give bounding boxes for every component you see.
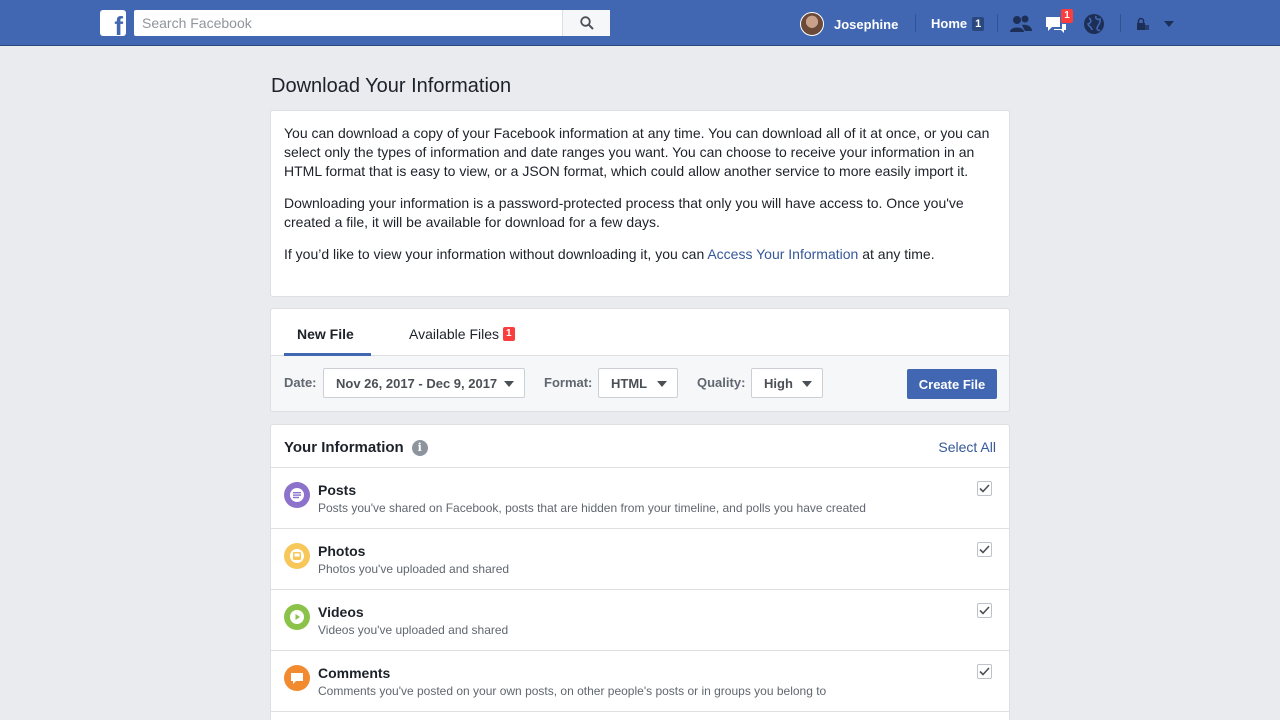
checkmark-icon <box>979 484 990 493</box>
format-value: HTML <box>611 375 648 391</box>
access-your-information-link[interactable]: Access Your Information <box>707 246 858 262</box>
facebook-logo-letter: f <box>114 11 123 36</box>
messages-count-badge: 1 <box>1060 8 1074 24</box>
intro-card: You can download a copy of your Facebook… <box>270 110 1010 297</box>
file-tabs: New File Available Files 1 <box>271 309 1009 356</box>
account-menu-button[interactable] <box>1157 12 1181 36</box>
intro-paragraph: You can download a copy of your Facebook… <box>284 125 990 179</box>
item-description: Photos you've uploaded and shared <box>318 562 510 576</box>
intro-text: If you’d like to view your information w… <box>284 246 708 262</box>
date-range-value: Nov 26, 2017 - Dec 9, 2017 <box>336 375 498 391</box>
notifications-button[interactable] <box>1082 12 1106 36</box>
photos-icon <box>284 543 310 569</box>
lock-icon <box>1137 17 1149 30</box>
page-title: Download Your Information <box>271 75 512 97</box>
nav-divider <box>915 14 916 32</box>
caret-down-icon <box>657 381 667 387</box>
globe-icon <box>1084 14 1104 34</box>
item-description: Videos you've uploaded and shared <box>318 623 509 637</box>
quality-value: High <box>764 375 793 391</box>
home-label: Home <box>931 16 968 31</box>
tab-new-file[interactable]: New File <box>297 326 354 342</box>
profile-link[interactable]: Josephine <box>800 11 898 37</box>
facebook-logo[interactable]: f <box>100 10 126 36</box>
your-information-card: Your Information i Select All Posts Post… <box>270 424 1010 720</box>
search-input[interactable] <box>134 10 560 36</box>
item-title: Photos <box>318 543 366 559</box>
file-options-card: New File Available Files 1 Date: Nov 26,… <box>270 308 1010 412</box>
home-link[interactable]: Home 1 <box>931 16 985 31</box>
intro-paragraph: If you’d like to view your information w… <box>284 245 996 264</box>
date-range-select[interactable]: Nov 26, 2017 - Dec 9, 2017 <box>323 368 525 398</box>
format-label: Format: <box>544 375 593 390</box>
videos-icon <box>284 604 310 630</box>
checkmark-icon <box>979 667 990 676</box>
create-file-button[interactable]: Create File <box>907 369 997 399</box>
item-title: Videos <box>318 604 364 620</box>
posts-icon <box>284 482 310 508</box>
intro-paragraph: Downloading your information is a passwo… <box>284 195 964 230</box>
date-label: Date: <box>284 375 317 390</box>
friends-icon <box>1010 15 1032 32</box>
privacy-shortcuts-button[interactable] <box>1131 12 1155 36</box>
your-information-title: Your Information i <box>284 439 428 456</box>
your-information-title-text: Your Information <box>284 439 404 456</box>
intro-text: at any time. <box>858 246 935 262</box>
posts-checkbox[interactable] <box>977 481 992 496</box>
tab-available-files-label: Available Files <box>409 326 500 342</box>
list-item[interactable]: Posts Posts you've shared on Facebook, p… <box>271 468 1009 529</box>
top-navigation-bar: f Josephine Home 1 1 <box>0 0 1280 46</box>
nav-divider <box>997 14 998 32</box>
available-files-count-badge: 1 <box>503 327 515 341</box>
format-select[interactable]: HTML <box>598 368 678 398</box>
comments-icon <box>284 665 310 691</box>
info-icon[interactable]: i <box>411 439 428 456</box>
search-button[interactable] <box>562 10 610 36</box>
item-description: Comments you've posted on your own posts… <box>318 684 827 698</box>
list-item[interactable]: Comments Comments you've posted on your … <box>271 651 1009 712</box>
caret-down-icon <box>802 381 812 387</box>
quality-select[interactable]: High <box>751 368 823 398</box>
home-count-badge: 1 <box>972 16 985 31</box>
search-bar <box>134 10 610 36</box>
item-title: Posts <box>318 482 357 498</box>
quality-label: Quality: <box>697 375 746 390</box>
messages-button[interactable]: 1 <box>1044 8 1074 36</box>
list-item[interactable]: Videos Videos you've uploaded and shared <box>271 590 1009 651</box>
list-item[interactable]: Photos Photos you've uploaded and shared <box>271 529 1009 590</box>
avatar <box>800 12 824 36</box>
checkmark-icon <box>979 606 990 615</box>
chevron-down-icon <box>1164 21 1174 27</box>
friend-requests-button[interactable] <box>1009 12 1033 36</box>
select-all-link[interactable]: Select All <box>938 439 996 455</box>
nav-divider <box>1120 14 1121 32</box>
caret-down-icon <box>504 381 514 387</box>
comments-checkbox[interactable] <box>977 664 992 679</box>
search-icon <box>579 16 594 30</box>
your-information-header: Your Information i Select All <box>271 425 1009 468</box>
file-options-row: Date: Nov 26, 2017 - Dec 9, 2017 Format:… <box>271 356 1009 412</box>
user-name: Josephine <box>834 16 899 32</box>
item-title: Comments <box>318 665 391 681</box>
item-description: Posts you've shared on Facebook, posts t… <box>318 501 866 515</box>
tab-available-files[interactable]: Available Files 1 <box>409 326 515 342</box>
videos-checkbox[interactable] <box>977 603 992 618</box>
checkmark-icon <box>979 545 990 554</box>
photos-checkbox[interactable] <box>977 542 992 557</box>
